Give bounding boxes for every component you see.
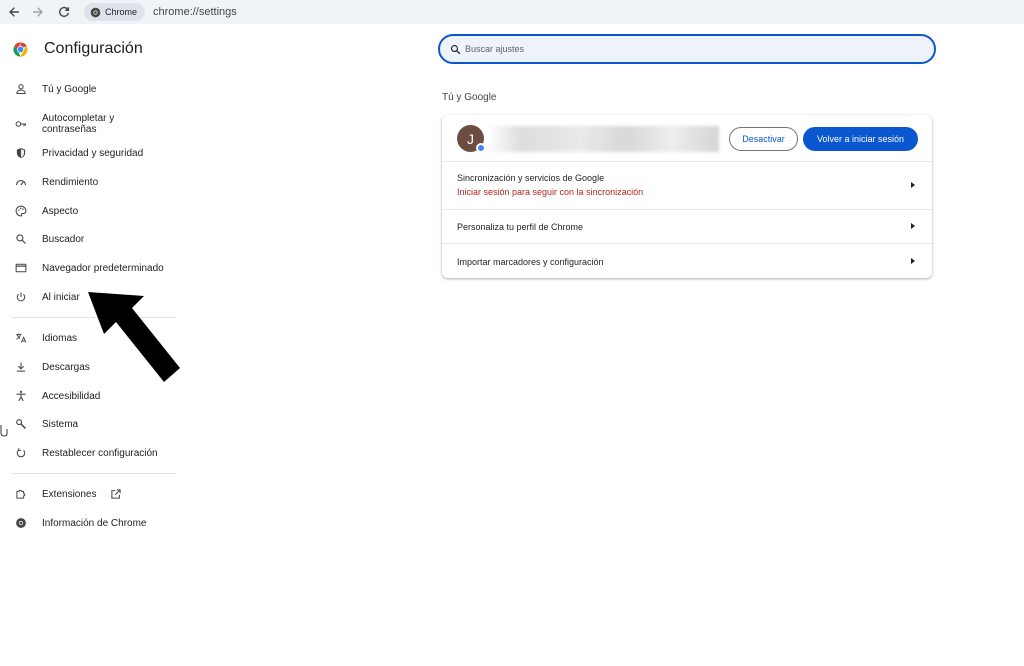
import-bookmarks-row[interactable]: Importar marcadores y configuración: [442, 244, 932, 278]
google-badge-icon: [476, 143, 486, 153]
download-icon: [14, 361, 27, 374]
open-external-icon: [111, 489, 121, 499]
person-icon: [14, 83, 27, 96]
chrome-icon: [90, 7, 101, 17]
accessibility-icon: [14, 390, 27, 403]
translate-icon: [14, 332, 27, 345]
sidebar-item-extensions[interactable]: Extensiones: [0, 486, 178, 502]
site-chip[interactable]: Chrome: [84, 3, 146, 21]
sidebar-item-appearance[interactable]: Aspecto: [0, 203, 178, 219]
customize-profile-row[interactable]: Personaliza tu perfil de Chrome: [442, 210, 932, 244]
sidebar-item-system[interactable]: Sistema: [0, 416, 178, 432]
chrome-logo-icon: [13, 41, 28, 57]
sidebar-item-label: Aspecto: [42, 205, 79, 217]
chrome-icon: [14, 517, 27, 530]
url-text[interactable]: chrome://settings: [153, 6, 237, 18]
row-subtitle: Iniciar sesión para seguir con la sincro…: [457, 187, 644, 197]
sync-services-row[interactable]: Sincronización y servicios de Google Ini…: [442, 162, 932, 210]
sidebar-item-label: Idiomas: [42, 332, 78, 344]
sidebar-item-label: Tú y Google: [42, 83, 97, 95]
chevron-right-icon: [911, 223, 915, 229]
sidebar-item-label: Información de Chrome: [42, 517, 147, 529]
sidebar-item-accessibility[interactable]: Accesibilidad: [0, 388, 178, 404]
row-title: Sincronización y servicios de Google: [457, 173, 605, 183]
deactivate-button[interactable]: Desactivar: [729, 127, 798, 151]
sidebar-item-label: Navegador predeterminado: [42, 262, 164, 274]
sidebar-item-privacy[interactable]: Privacidad y seguridad: [0, 145, 178, 161]
address-bar[interactable]: Chrome chrome://settings: [84, 2, 1024, 22]
section-title: Tú y Google: [442, 92, 497, 103]
browser-toolbar: Chrome chrome://settings: [0, 0, 1024, 24]
reset-icon: [14, 447, 27, 460]
wrench-icon: [14, 418, 27, 431]
annotation-arrow-icon: [88, 292, 180, 382]
search-input[interactable]: [465, 44, 905, 54]
sidebar-divider: [12, 473, 176, 474]
arrow-left-icon: [9, 7, 20, 17]
sidebar-item-label: Sistema: [42, 418, 79, 430]
forward-button[interactable]: [24, 0, 52, 24]
sidebar-item-about-chrome[interactable]: Información de Chrome: [0, 515, 178, 531]
page-title: Configuración: [44, 40, 143, 57]
arrow-right-icon: [32, 7, 43, 17]
sign-in-again-button[interactable]: Volver a iniciar sesión: [803, 127, 918, 151]
settings-search[interactable]: [438, 34, 936, 64]
browser-window-icon: [14, 262, 27, 275]
sidebar-item-you-and-google[interactable]: Tú y Google: [0, 81, 178, 97]
sidebar-item-search-engine[interactable]: Buscador: [0, 231, 178, 247]
sidebar-item-autofill[interactable]: Autocompletar y contraseñas: [0, 111, 178, 137]
row-title: Personaliza tu perfil de Chrome: [457, 222, 584, 232]
search-icon: [450, 44, 461, 54]
account-name-redacted: [487, 126, 719, 152]
row-title: Importar marcadores y configuración: [457, 257, 604, 267]
sidebar-item-label: Descargas: [42, 361, 90, 373]
reload-icon: [59, 6, 70, 17]
shield-icon: [14, 147, 27, 160]
account-row: J Desactivar Volver a iniciar sesión: [442, 115, 932, 162]
sidebar-item-label: Autocompletar y contraseñas: [42, 113, 115, 135]
sidebar-item-label: Rendimiento: [42, 176, 99, 188]
speedometer-icon: [14, 176, 27, 189]
sidebar-item-label: Al iniciar: [42, 291, 80, 303]
sidebar-item-label: Buscador: [42, 233, 85, 245]
hand-cursor-icon: [0, 425, 8, 437]
power-icon: [14, 291, 27, 304]
puzzle-icon: [14, 488, 27, 501]
sidebar-item-label: Restablecer configuración: [42, 447, 158, 459]
you-and-google-card: J Desactivar Volver a iniciar sesión Sin…: [442, 115, 932, 278]
sidebar-item-label: Extensiones: [42, 488, 97, 500]
chevron-right-icon: [911, 258, 915, 264]
key-icon: [14, 118, 27, 131]
settings-header: Configuración: [12, 40, 143, 58]
sidebar-item-default-browser[interactable]: Navegador predeterminado: [0, 260, 178, 276]
sidebar-item-reset[interactable]: Restablecer configuración: [0, 445, 178, 461]
sidebar-item-label: Accesibilidad: [42, 390, 101, 402]
sidebar-item-performance[interactable]: Rendimiento: [0, 174, 178, 190]
site-chip-label: Chrome: [105, 7, 138, 17]
palette-icon: [14, 205, 27, 218]
sidebar-item-label: Privacidad y seguridad: [42, 147, 144, 159]
reload-button[interactable]: [50, 0, 78, 24]
chevron-right-icon: [911, 182, 915, 188]
search-icon: [14, 233, 27, 246]
